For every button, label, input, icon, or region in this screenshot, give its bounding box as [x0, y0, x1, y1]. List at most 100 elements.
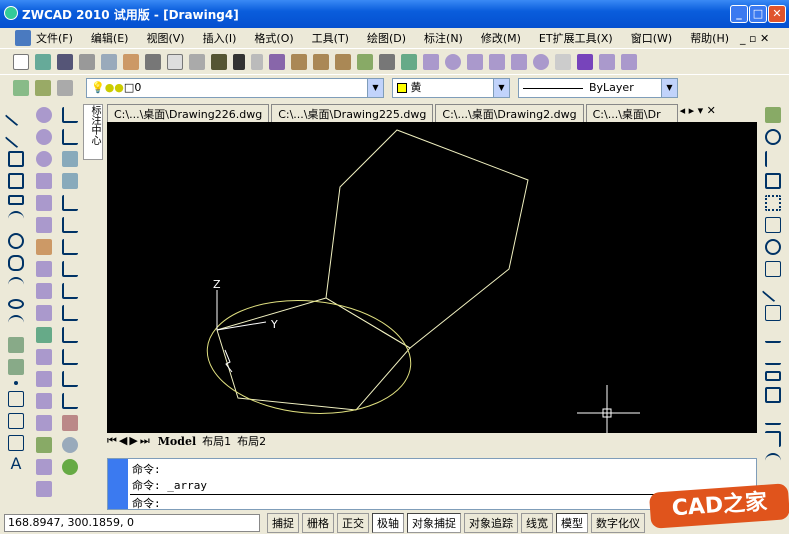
- revision-cloud-icon[interactable]: [8, 255, 24, 271]
- maximize-button[interactable]: □: [749, 5, 767, 23]
- drawing-canvas[interactable]: Z Y: [107, 122, 757, 433]
- layer-current-icon[interactable]: [35, 79, 51, 96]
- cone-icon[interactable]: [489, 53, 505, 70]
- construction-line-icon[interactable]: [4, 125, 28, 149]
- snap-toggle[interactable]: 捕捉: [267, 513, 299, 533]
- menu-draw[interactable]: 绘图(D): [367, 30, 406, 46]
- hatch-icon[interactable]: [8, 391, 24, 407]
- slice-solid-icon[interactable]: [36, 459, 52, 475]
- offset-icon[interactable]: [765, 173, 781, 189]
- pick-icon[interactable]: [62, 415, 78, 431]
- erase-icon[interactable]: [765, 107, 781, 123]
- subtract-icon[interactable]: [36, 129, 52, 145]
- menu-window[interactable]: 窗口(W): [631, 30, 672, 46]
- extrude-faces-icon[interactable]: [36, 173, 52, 189]
- publish-icon[interactable]: [123, 53, 139, 70]
- section-icon[interactable]: [621, 53, 637, 70]
- new-icon[interactable]: [13, 53, 29, 70]
- open-icon[interactable]: [35, 53, 51, 70]
- menu-view[interactable]: 视图(V): [146, 30, 184, 46]
- redo-icon[interactable]: [251, 53, 263, 70]
- ucs-origin-icon[interactable]: [62, 239, 78, 255]
- extrude-icon[interactable]: [555, 53, 571, 70]
- menu-modify[interactable]: 修改(M): [481, 30, 521, 46]
- line-icon[interactable]: [4, 103, 28, 127]
- stretch-icon[interactable]: [761, 279, 785, 303]
- doc-window-controls[interactable]: _ ▫ ✕: [740, 32, 769, 45]
- cut-icon[interactable]: [145, 53, 161, 70]
- chevron-down-icon[interactable]: ▼: [493, 79, 509, 97]
- copy-faces-icon[interactable]: [36, 305, 52, 321]
- color-faces-icon[interactable]: [36, 327, 52, 343]
- minimize-button[interactable]: _: [730, 5, 748, 23]
- undo-icon[interactable]: [233, 53, 245, 70]
- side-tab-dimension-center[interactable]: 标注中心: [83, 104, 103, 160]
- shell-icon[interactable]: [36, 415, 52, 431]
- menu-edit[interactable]: 编辑(E): [91, 30, 129, 46]
- text-icon[interactable]: A: [11, 454, 22, 473]
- ucs-z-icon[interactable]: [62, 349, 78, 365]
- taper-faces-icon[interactable]: [36, 283, 52, 299]
- arc-icon[interactable]: [8, 211, 24, 227]
- copy-object-icon[interactable]: [765, 129, 781, 145]
- ucs-x-icon[interactable]: [62, 305, 78, 321]
- mirror-icon[interactable]: [765, 151, 781, 167]
- ucs-world-icon[interactable]: [62, 129, 78, 145]
- save-icon[interactable]: [57, 53, 73, 70]
- point-icon[interactable]: [14, 381, 18, 385]
- zoom-previous-icon[interactable]: [335, 53, 351, 70]
- render-icon[interactable]: [62, 459, 78, 475]
- zoom-icon[interactable]: [62, 437, 78, 453]
- ucs-previous-icon[interactable]: [62, 151, 78, 167]
- break-icon[interactable]: [765, 371, 781, 381]
- ucs-3point-icon[interactable]: [62, 283, 78, 299]
- revolve-icon[interactable]: [577, 53, 593, 70]
- menu-file[interactable]: 文件(F): [36, 30, 73, 46]
- menu-format[interactable]: 格式(O): [254, 30, 293, 46]
- layout-nav-buttons[interactable]: ⏮◀▶⏭: [107, 434, 152, 448]
- tab-nav-icons[interactable]: ◂ ▸ ▾ ✕: [679, 104, 716, 122]
- imprint-icon[interactable]: [36, 349, 52, 365]
- trim-icon[interactable]: [765, 327, 781, 343]
- solid-box-icon[interactable]: [36, 481, 52, 497]
- move-icon[interactable]: [765, 217, 781, 233]
- join-icon[interactable]: [765, 387, 781, 403]
- scale-icon[interactable]: [765, 261, 781, 277]
- tool-palette-icon[interactable]: [401, 53, 417, 70]
- lineweight-toggle[interactable]: 线宽: [521, 513, 553, 533]
- polygon-icon[interactable]: [8, 173, 24, 189]
- menu-dimension[interactable]: 标注(N): [424, 30, 463, 46]
- ucs-apply-icon[interactable]: [62, 371, 78, 387]
- lengthen-icon[interactable]: [765, 305, 781, 321]
- wedge-icon[interactable]: [511, 53, 527, 70]
- grid-toggle[interactable]: 栅格: [302, 513, 334, 533]
- menu-et-tools[interactable]: ET扩展工具(X): [539, 30, 613, 46]
- ellipse-icon[interactable]: [8, 299, 24, 309]
- design-center-icon[interactable]: [379, 53, 395, 70]
- osnap-toggle[interactable]: 对象捕捉: [407, 513, 461, 533]
- clean-icon[interactable]: [36, 371, 52, 387]
- ellipse-entity[interactable]: [203, 292, 416, 421]
- polyline-icon[interactable]: [8, 151, 24, 167]
- ucs-object-icon[interactable]: [62, 195, 78, 211]
- menu-tools[interactable]: 工具(T): [312, 30, 349, 46]
- array-icon[interactable]: [765, 195, 781, 211]
- tab-layout1[interactable]: 布局1: [202, 433, 231, 449]
- match-properties-icon[interactable]: [211, 53, 227, 70]
- menu-help[interactable]: 帮助(H): [690, 30, 729, 46]
- layer-combo[interactable]: 💡●●□0 ▼: [86, 78, 384, 98]
- otrack-toggle[interactable]: 对象追踪: [464, 513, 518, 533]
- preview-icon[interactable]: [101, 53, 117, 70]
- ucs-y-icon[interactable]: [62, 327, 78, 343]
- hexagon-entity[interactable]: [325, 129, 529, 349]
- ortho-toggle[interactable]: 正交: [337, 513, 369, 533]
- fillet-icon[interactable]: [765, 431, 781, 447]
- command-window-handle[interactable]: [108, 459, 128, 509]
- make-block-icon[interactable]: [8, 359, 24, 375]
- torus-icon[interactable]: [533, 53, 549, 70]
- rotate-icon[interactable]: [765, 239, 781, 255]
- rectangle-icon[interactable]: [8, 195, 24, 205]
- layer-previous-icon[interactable]: [57, 79, 73, 96]
- sphere-icon[interactable]: [445, 53, 461, 70]
- model-toggle[interactable]: 模型: [556, 513, 588, 533]
